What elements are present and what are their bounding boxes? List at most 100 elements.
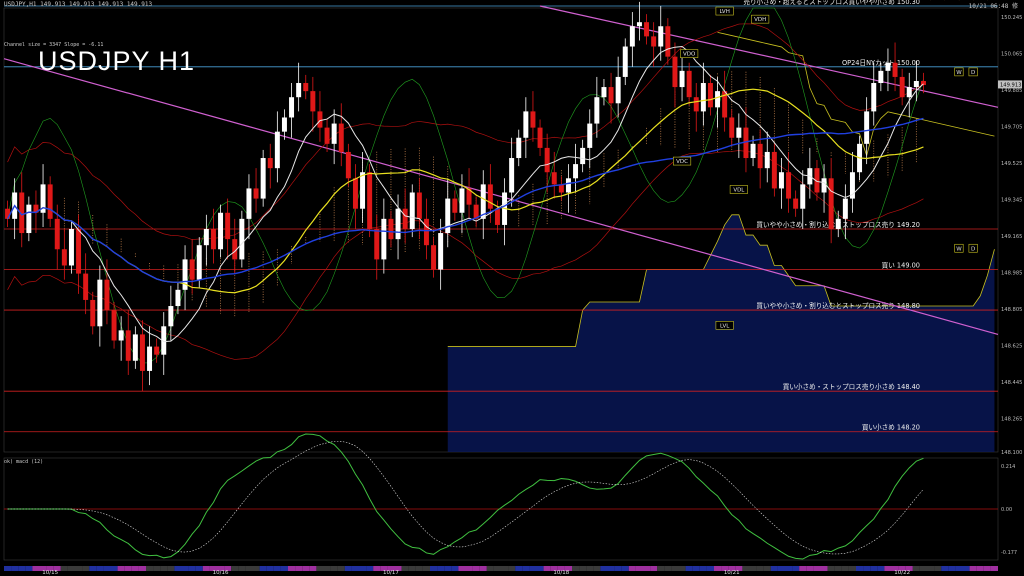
candle-body [26, 204, 32, 234]
candle-body [416, 192, 422, 219]
candle-body [139, 334, 145, 371]
candle-body [913, 80, 919, 88]
candle-body [587, 123, 593, 148]
ma-slow-line [6, 117, 924, 284]
session-strip-cell [82, 566, 90, 571]
session-strip-cell [266, 566, 274, 571]
session-strip-cell [586, 566, 594, 571]
session-strip-cell [430, 566, 438, 571]
candle-body [658, 26, 664, 47]
session-strip-cell [422, 566, 430, 571]
y-tick-label: 148.445 [1001, 380, 1022, 386]
session-strip-cell [955, 566, 963, 571]
session-strip-cell [366, 566, 374, 571]
session-strip-cell [259, 566, 267, 571]
session-strip-cell [664, 566, 672, 571]
level-tag-text: VDL [733, 187, 745, 193]
session-strip-cell [529, 566, 537, 571]
candle-body [246, 188, 252, 219]
price-level-label: 買い小さめ・ストップロス売り小さめ 148.40 [783, 382, 920, 391]
candle-body [395, 208, 401, 240]
session-strip-cell [877, 566, 885, 571]
candle-body [636, 22, 642, 27]
candle-body [83, 273, 89, 300]
session-strip-cell [983, 566, 991, 571]
candle-body [629, 26, 635, 47]
candle-body [147, 346, 153, 371]
session-strip-cell [408, 566, 416, 571]
session-strip-cell [969, 566, 977, 571]
session-strip-cell [373, 566, 381, 571]
session-strip-cell [486, 566, 494, 571]
x-date-label: 10/16 [213, 570, 229, 576]
session-strip-cell [444, 566, 452, 571]
candle-body [168, 306, 174, 327]
candle-body [793, 198, 799, 209]
candle-body [381, 218, 387, 260]
candle-body [644, 22, 650, 37]
candle-body [267, 158, 273, 169]
session-strip-cell [501, 566, 509, 571]
candle-body [551, 172, 557, 185]
session-strip-cell [848, 566, 856, 571]
candle-body [345, 151, 351, 179]
session-strip-cell [756, 566, 764, 571]
candle-body [608, 87, 614, 104]
session-strip-cell [32, 566, 40, 571]
session-strip-cell [600, 566, 608, 571]
session-strip-cell [493, 566, 501, 571]
candle-body [47, 184, 53, 219]
session-strip-cell [714, 566, 722, 571]
candle-body [388, 218, 394, 240]
session-strip-cell [706, 566, 714, 571]
candle-body [757, 143, 763, 169]
session-strip-cell [472, 566, 480, 571]
candle-body [54, 218, 60, 250]
level-tag-text: VDC [676, 159, 688, 165]
candle-body [686, 70, 692, 98]
candle-body [431, 245, 437, 270]
session-strip-cell [621, 566, 629, 571]
candle-body [679, 70, 685, 88]
session-strip-cell [692, 566, 700, 571]
candle-body [580, 147, 586, 165]
datetime-label: 10/21 06:48 修 [968, 3, 1018, 10]
candle-body [317, 111, 323, 128]
y-tick-label: 149.885 [1001, 88, 1022, 94]
symbol-header: USDJPY,H1 149.913 149.913 149.913 149.91… [4, 1, 153, 8]
session-strip-cell [941, 566, 949, 571]
session-strip-cell [195, 566, 203, 571]
session-strip-cell [174, 566, 182, 571]
macd-y-tick: 0.214 [1001, 464, 1015, 470]
session-strip-cell [657, 566, 665, 571]
session-strip-cell [96, 566, 104, 571]
session-strip-cell [572, 566, 580, 571]
session-strip-cell [515, 566, 523, 571]
candle-body [104, 279, 110, 311]
candle-body [281, 117, 287, 132]
session-strip-cell [458, 566, 466, 571]
session-strip-cell [359, 566, 367, 571]
session-strip-cell [131, 566, 139, 571]
session-strip-cell [643, 566, 651, 571]
session-strip-cell [671, 566, 679, 571]
session-strip-cell [834, 566, 842, 571]
x-date-label: 10/22 [894, 570, 910, 576]
y-tick-label: 148.265 [1001, 417, 1022, 423]
candle-body [5, 208, 11, 219]
candle-body [892, 62, 898, 77]
candle-body [530, 111, 536, 128]
candle-body [360, 172, 366, 209]
session-strip-cell [451, 566, 459, 571]
session-strip-cell [770, 566, 778, 571]
candle-body [409, 192, 415, 229]
y-tick-label: 148.625 [1001, 344, 1022, 350]
candle-body [61, 249, 67, 266]
session-strip-cell [89, 566, 97, 571]
session-strip-cell [160, 566, 168, 571]
session-strip-cell [820, 566, 828, 571]
session-strip-cell [302, 566, 310, 571]
price-chart[interactable]: 150.245 150.065 149.885 149.705 149.525 149.3… [0, 0, 1024, 576]
macd-line [7, 433, 924, 560]
candle-body [828, 178, 834, 229]
